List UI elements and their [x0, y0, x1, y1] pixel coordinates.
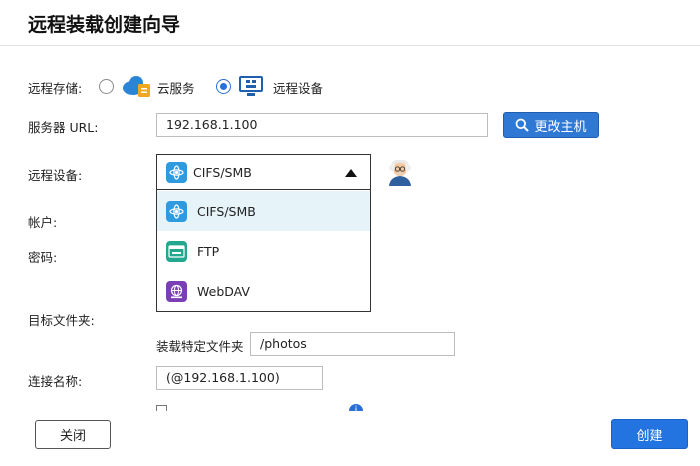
- webdav-icon: [166, 280, 187, 302]
- wizard-title: 远程装载创建向导: [28, 14, 181, 36]
- remote-device-select[interactable]: CIFS/SMB: [156, 154, 371, 190]
- radio-remote-device[interactable]: [216, 79, 231, 94]
- remote-device-field-label: 远程设备:: [28, 168, 83, 183]
- remote-device-label: 远程设备: [273, 81, 324, 96]
- dropdown-option-label: FTP: [197, 243, 220, 259]
- title-divider: [0, 45, 700, 46]
- server-url-field[interactable]: 192.168.1.100: [156, 113, 488, 137]
- password-label: 密码:: [28, 250, 58, 265]
- cloud-service-label: 云服务: [157, 81, 195, 96]
- dropdown-option-label: CIFS/SMB: [197, 203, 256, 219]
- helper-avatar-icon[interactable]: [385, 157, 415, 187]
- target-folder-label: 目标文件夹:: [28, 313, 95, 328]
- close-button[interactable]: 关闭: [35, 420, 111, 449]
- dropdown-option-cifs-smb[interactable]: CIFS/SMB: [157, 191, 370, 231]
- connection-name-field[interactable]: (@192.168.1.100): [156, 366, 323, 390]
- cifs-smb-icon: [166, 200, 187, 222]
- ftp-icon: [166, 240, 187, 262]
- dropdown-option-webdav[interactable]: WebDAV: [157, 271, 370, 311]
- change-host-label: 更改主机: [534, 119, 587, 135]
- create-button[interactable]: 创建: [611, 419, 688, 449]
- remote-storage-label: 远程存储:: [28, 81, 83, 96]
- remote-device-dropdown: CIFS/SMB FTP WebDAV: [156, 190, 371, 312]
- dropdown-option-label: WebDAV: [197, 283, 250, 299]
- remote-device-selected-value: CIFS/SMB: [193, 164, 252, 180]
- chevron-up-icon: [345, 169, 357, 177]
- connection-name-label: 连接名称:: [28, 374, 83, 389]
- server-url-label: 服务器 URL:: [28, 120, 99, 135]
- dropdown-option-ftp[interactable]: FTP: [157, 231, 370, 271]
- search-icon: [515, 118, 530, 132]
- remote-device-icon: [238, 75, 264, 97]
- target-folder-field[interactable]: /photos: [250, 332, 455, 356]
- change-host-button[interactable]: 更改主机: [503, 112, 599, 138]
- cifs-smb-icon: [166, 161, 187, 183]
- radio-cloud-service[interactable]: [99, 79, 114, 94]
- mount-specific-folder-label: 装载特定文件夹: [156, 339, 244, 354]
- cloud-icon: [121, 74, 151, 98]
- account-label: 帐户:: [28, 215, 58, 230]
